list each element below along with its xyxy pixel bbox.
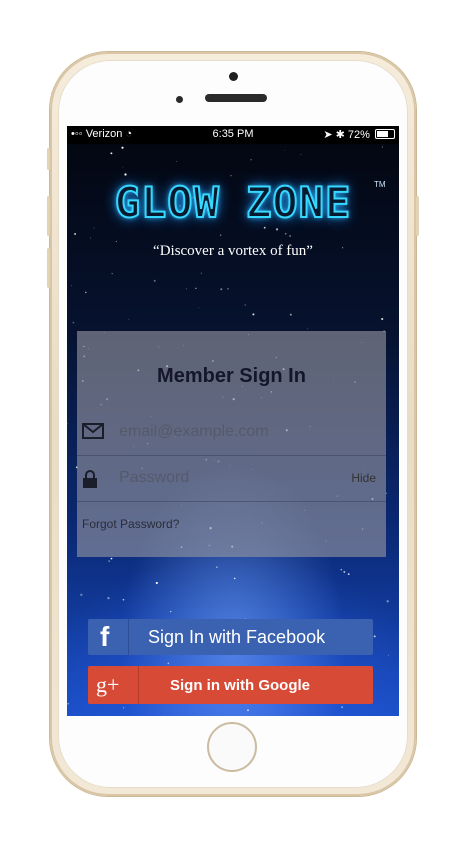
front-camera (229, 72, 238, 81)
star (347, 573, 350, 575)
sign-in-panel: Member Sign In Hide Forgot Password? (77, 331, 386, 557)
star (67, 702, 70, 705)
star (186, 288, 188, 290)
star (252, 313, 255, 316)
battery-icon (375, 129, 395, 139)
star (200, 272, 203, 274)
star (300, 153, 302, 155)
forgot-password-link[interactable]: Forgot Password? (82, 517, 179, 531)
app-logo: GLOW ZONE (114, 177, 352, 228)
trademark-symbol: TM (374, 180, 386, 189)
star (340, 568, 343, 571)
star (153, 279, 156, 282)
facebook-sign-in-button[interactable]: f Sign In with Facebook (88, 619, 373, 655)
password-field[interactable] (117, 465, 341, 491)
star (71, 285, 72, 287)
status-bar: •◦◦ Verizon ◔ 6:35 PM ➤ ✱ 72% (67, 126, 399, 144)
star (85, 291, 87, 294)
star (230, 175, 232, 177)
star (381, 317, 384, 321)
email-field[interactable] (117, 419, 341, 445)
battery-percent: 72% (347, 129, 370, 141)
star (195, 287, 197, 289)
star (386, 600, 389, 603)
star (121, 146, 124, 149)
star (167, 662, 170, 665)
lock-icon (83, 470, 97, 488)
envelope-icon (82, 423, 104, 439)
star (115, 240, 117, 242)
volume-down-button-2 (47, 248, 50, 288)
star (275, 228, 279, 231)
star (244, 304, 246, 306)
star (381, 146, 383, 148)
star (227, 288, 229, 290)
google-button-label: Sign in with Google (170, 677, 310, 694)
google-icon-glyph: g+ (96, 672, 120, 697)
star (289, 313, 292, 316)
star (110, 557, 113, 560)
star (341, 706, 344, 709)
star (263, 226, 266, 229)
hide-password-button[interactable]: Hide (351, 471, 376, 485)
star (107, 596, 110, 600)
location-icon: ➤ (323, 129, 333, 141)
star (233, 577, 236, 580)
star (250, 159, 252, 161)
power-button (416, 196, 419, 236)
star (387, 654, 389, 656)
volume-up-button (47, 148, 50, 170)
star (289, 235, 291, 237)
star (90, 237, 91, 239)
status-right: ➤ ✱ 72% (323, 128, 395, 141)
star (122, 166, 124, 168)
star (110, 152, 113, 155)
star (122, 707, 125, 709)
star (307, 328, 309, 329)
star (122, 598, 125, 601)
star (284, 232, 287, 235)
star (164, 714, 166, 716)
sign-in-title: Member Sign In (157, 365, 306, 387)
password-row: Hide (77, 455, 386, 502)
app-screen: •◦◦ Verizon ◔ 6:35 PM ➤ ✱ 72% GLOW ZONE … (67, 126, 399, 716)
star (108, 560, 111, 563)
facebook-icon-glyph: f (100, 621, 110, 652)
earpiece-speaker (205, 94, 267, 102)
volume-down-button (47, 196, 50, 236)
star (67, 422, 68, 425)
star (198, 307, 200, 309)
star (74, 233, 77, 235)
star (111, 272, 113, 275)
star (373, 635, 376, 638)
home-button[interactable] (207, 722, 257, 772)
star (247, 709, 249, 712)
star (283, 150, 285, 151)
star (155, 581, 158, 585)
google-sign-in-button[interactable]: g+ Sign in with Google (88, 666, 373, 704)
tagline: “Discover a vortex of fun” (153, 243, 313, 259)
star (124, 173, 127, 176)
star (93, 227, 95, 229)
star (80, 593, 83, 596)
facebook-button-label: Sign In with Facebook (148, 627, 326, 647)
star (219, 234, 222, 236)
star (343, 570, 346, 573)
facebook-icon: f (88, 619, 129, 655)
email-row (77, 409, 386, 456)
google-plus-icon: g+ (88, 666, 139, 704)
star (72, 321, 75, 324)
proximity-sensor (176, 96, 183, 103)
star (220, 288, 223, 291)
star (128, 318, 130, 320)
bluetooth-icon: ✱ (335, 129, 345, 141)
star (169, 610, 172, 613)
star (216, 566, 218, 568)
star (176, 161, 178, 163)
